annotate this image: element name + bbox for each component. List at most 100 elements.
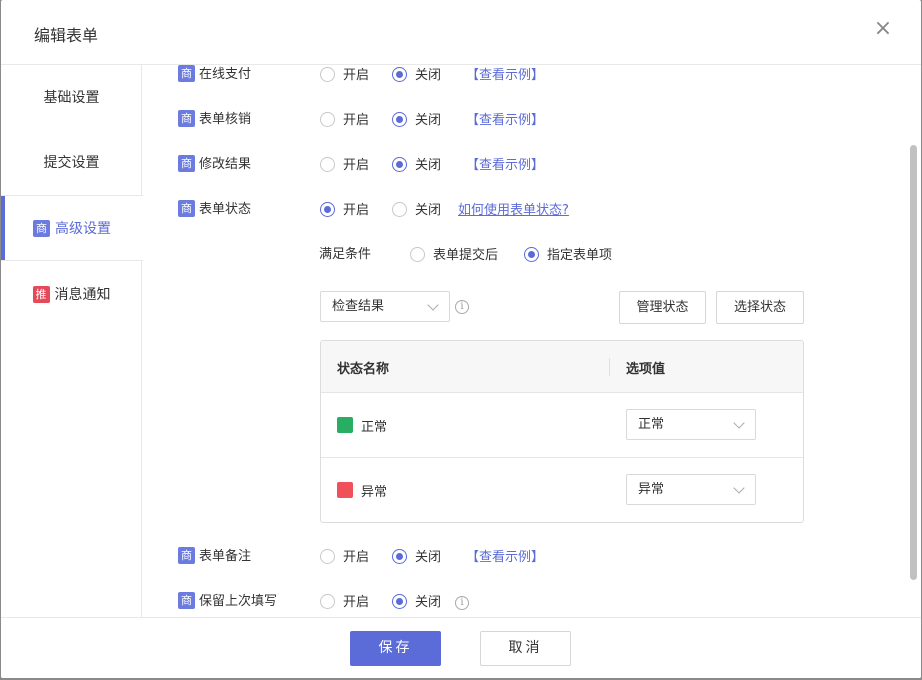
select-value: 检查结果 <box>332 299 385 314</box>
radio-label: 关闭 <box>415 595 442 610</box>
form-status-on-radio[interactable]: 开启 <box>320 202 369 220</box>
condition-specified-radio[interactable]: 指定表单项 <box>524 247 612 265</box>
dialog-header: 编辑表单 × <box>1 0 921 65</box>
sidebar-item-label: 消息通知 <box>54 287 111 303</box>
sidebar-item-basic[interactable]: 基础设置 <box>1 65 142 131</box>
radio-icon <box>410 247 425 262</box>
sidebar-item-advanced[interactable]: 商高级设置 <box>1 195 143 261</box>
condition-after-submit-radio[interactable]: 表单提交后 <box>410 247 498 265</box>
form-status-label-wrap: 商表单状态 <box>178 199 251 223</box>
radio-icon <box>320 112 335 127</box>
status-color-swatch <box>337 417 353 433</box>
status-color-swatch <box>337 482 353 498</box>
choose-status-button[interactable]: 选择状态 <box>716 291 804 324</box>
online-pay-row: 商在线支付 开启 关闭 【查看示例】 <box>178 65 878 88</box>
select-value: 异常 <box>638 482 665 497</box>
close-icon[interactable]: × <box>871 18 895 42</box>
condition-label: 满足条件 <box>319 247 372 262</box>
column-header-status-name: 状态名称 <box>337 362 390 377</box>
condition-field-select[interactable]: 检查结果 <box>320 291 450 322</box>
remark-off-radio[interactable]: 关闭 <box>392 549 441 567</box>
radio-label: 关闭 <box>415 113 442 128</box>
radio-label: 开启 <box>343 158 370 173</box>
remark-row: 商表单备注 开启 关闭 【查看示例】 <box>178 546 878 570</box>
settings-content: 商在线支付 开启 关闭 【查看示例】 商表单核销 开启 关闭 【查看示例】 商修… <box>143 65 911 617</box>
radio-label: 开启 <box>343 550 370 565</box>
business-badge-icon: 商 <box>178 200 195 217</box>
radio-label: 开启 <box>343 203 370 218</box>
promote-badge-icon: 推 <box>32 286 50 303</box>
manage-status-button[interactable]: 管理状态 <box>619 291 706 324</box>
verify-label: 表单核销 <box>199 112 252 127</box>
verify-off-radio[interactable]: 关闭 <box>392 112 441 130</box>
form-status-label: 表单状态 <box>199 202 252 217</box>
radio-icon <box>320 549 335 564</box>
business-badge-icon: 商 <box>178 547 195 564</box>
dialog-footer: 保存 取消 <box>1 617 921 678</box>
verify-on-radio[interactable]: 开启 <box>320 112 369 130</box>
online-pay-label: 在线支付 <box>199 67 252 82</box>
remark-label-wrap: 商表单备注 <box>178 546 251 570</box>
status-table: 状态名称 选项值 正常 正常 异常 异常 <box>320 340 804 523</box>
sidebar-item-notification[interactable]: 推消息通知 <box>1 262 142 328</box>
radio-label: 开启 <box>343 68 370 83</box>
online-pay-off-radio[interactable]: 关闭 <box>392 67 441 85</box>
sidebar-item-label: 高级设置 <box>55 221 111 237</box>
keep-last-label-wrap: 商保留上次填写 <box>178 591 277 615</box>
radio-checked-icon <box>392 594 407 609</box>
online-pay-example-link[interactable]: 【查看示例】 <box>466 67 544 85</box>
business-badge-icon: 商 <box>178 65 195 82</box>
remark-on-radio[interactable]: 开启 <box>320 549 369 567</box>
business-badge-icon: 商 <box>178 110 195 127</box>
table-header: 状态名称 选项值 <box>321 341 803 393</box>
online-pay-on-radio[interactable]: 开启 <box>320 67 369 85</box>
radio-label: 关闭 <box>415 550 442 565</box>
radio-label: 表单提交后 <box>433 248 499 263</box>
chevron-down-icon <box>733 417 745 429</box>
form-status-off-radio[interactable]: 关闭 <box>392 202 441 220</box>
radio-checked-icon <box>392 112 407 127</box>
edit-result-on-radio[interactable]: 开启 <box>320 157 369 175</box>
verify-row: 商表单核销 开启 关闭 【查看示例】 <box>178 109 878 133</box>
chevron-down-icon <box>733 482 745 494</box>
column-header-option-value: 选项值 <box>626 362 666 377</box>
form-status-help-link[interactable]: 如何使用表单状态? <box>458 202 569 220</box>
content-scrollbar[interactable] <box>910 145 917 580</box>
edit-result-off-radio[interactable]: 关闭 <box>392 157 441 175</box>
status-name: 正常 <box>361 420 388 435</box>
select-value: 正常 <box>638 417 665 432</box>
edit-result-label: 修改结果 <box>199 157 252 172</box>
business-badge-icon: 商 <box>178 155 195 172</box>
info-icon[interactable]: i <box>455 596 469 610</box>
remark-example-link[interactable]: 【查看示例】 <box>466 549 544 567</box>
table-row: 异常 异常 <box>321 458 803 522</box>
keep-last-off-radio[interactable]: 关闭 <box>392 594 441 612</box>
keep-last-on-radio[interactable]: 开启 <box>320 594 369 612</box>
save-button[interactable]: 保存 <box>350 631 441 666</box>
radio-icon <box>320 594 335 609</box>
condition-row: 满足条件 表单提交后 指定表单项 <box>319 244 911 268</box>
option-value-select[interactable]: 正常 <box>626 409 756 440</box>
table-row: 正常 正常 <box>321 393 803 458</box>
edit-result-example-link[interactable]: 【查看示例】 <box>466 157 544 175</box>
sidebar-item-label: 基础设置 <box>43 90 100 106</box>
edit-result-label-wrap: 商修改结果 <box>178 154 251 178</box>
radio-icon <box>320 67 335 82</box>
radio-checked-icon <box>320 202 335 217</box>
radio-label: 开启 <box>343 595 370 610</box>
edit-form-dialog: 编辑表单 × 基础设置 提交设置 商高级设置 推消息通知 商在线支付 开启 关闭… <box>1 0 921 678</box>
radio-label: 开启 <box>343 113 370 128</box>
settings-sidebar: 基础设置 提交设置 商高级设置 推消息通知 <box>1 65 143 617</box>
cancel-button[interactable]: 取消 <box>480 631 571 666</box>
chevron-down-icon <box>427 299 439 311</box>
radio-checked-icon <box>392 549 407 564</box>
keep-last-label: 保留上次填写 <box>199 594 278 609</box>
info-icon[interactable]: i <box>455 300 469 314</box>
keep-last-row: 商保留上次填写 开启 关闭 i <box>178 591 878 615</box>
sidebar-item-submit[interactable]: 提交设置 <box>1 130 142 196</box>
sidebar-item-label: 提交设置 <box>43 155 100 171</box>
form-status-row: 商表单状态 开启 关闭 如何使用表单状态? <box>178 199 878 223</box>
verify-example-link[interactable]: 【查看示例】 <box>466 112 544 130</box>
option-value-select[interactable]: 异常 <box>626 474 756 505</box>
business-badge-icon: 商 <box>178 592 195 609</box>
